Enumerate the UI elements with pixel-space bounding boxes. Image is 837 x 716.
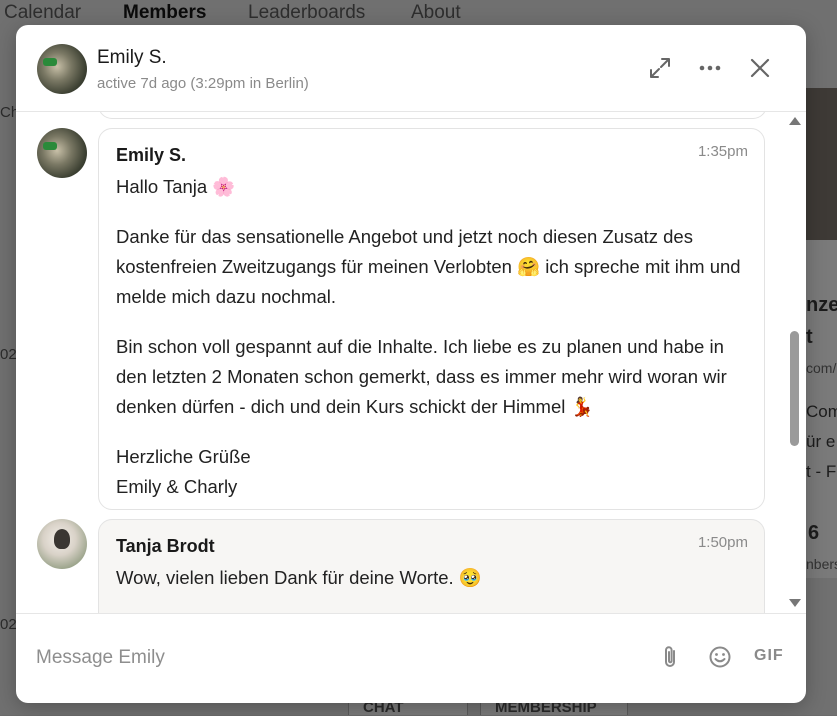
background-nav: Calendar Members Leaderboards About [0,0,837,26]
message-sender[interactable]: Tanja Brodt [116,536,215,557]
bg-fragment: nzer [806,294,837,316]
bg-fragment: 6 [808,522,820,544]
message-input[interactable]: Message Emily [36,647,165,669]
close-button[interactable] [747,55,773,81]
gif-button[interactable]: GIF [754,647,784,665]
bg-fragment: nbers [806,556,837,572]
nav-leaderboards: Leaderboards [248,2,366,23]
close-icon [750,58,770,78]
bg-fragment: Com [806,402,837,421]
message-paragraph: Herzliche Grüße [116,446,251,467]
scroll-down-arrow-icon[interactable] [789,599,801,607]
bg-fragment: t [806,326,813,348]
chat-modal: Emily S. active 7d ago (3:29pm in Berlin… [16,25,806,703]
contact-name[interactable]: Emily S. [97,47,167,69]
message-composer: Message Emily GIF [16,613,806,703]
bg-fragment: 02 [0,616,17,633]
nav-about: About [411,2,461,23]
bg-fragment: t - F [806,462,837,481]
bg-fragment: 02 [0,346,17,363]
attach-button[interactable] [659,644,681,675]
more-icon [699,65,721,71]
message-paragraph: Wow, vielen lieben Dank für deine Worte.… [116,567,482,588]
message-time: 1:35pm [697,143,748,160]
chat-header: Emily S. active 7d ago (3:29pm in Berlin… [16,25,806,112]
nav-members: Members [123,2,207,23]
scrollbar-thumb[interactable] [790,331,799,446]
bg-fragment: ür e [806,432,836,451]
smiley-icon [709,646,731,668]
more-options-button[interactable] [697,55,723,81]
avatar[interactable] [37,44,87,94]
expand-icon [650,58,670,78]
message-bubble: Tanja Brodt 1:50pm Wow, vielen lieben Da… [98,519,765,613]
avatar[interactable] [37,519,87,569]
message-paragraph: Emily & Charly [116,476,238,497]
background-profile-image [806,88,837,240]
message-list[interactable]: Emily S. 1:35pm Hallo Tanja 🌸 Danke für … [16,112,806,613]
message-paragraph: Hallo Tanja 🌸 [116,176,236,197]
bg-fragment: com/ [806,360,837,376]
expand-button[interactable] [647,55,673,81]
previous-message-bubble [98,112,767,119]
message-scrollbar[interactable] [787,117,803,609]
message-paragraph: Danke für das sensationelle Angebot und … [116,226,741,307]
message-paragraph: Bin schon voll gespannt auf die Inhalte.… [116,336,727,417]
nav-calendar: Calendar [4,2,82,23]
message-sender[interactable]: Emily S. [116,145,186,166]
contact-status: active 7d ago (3:29pm in Berlin) [97,75,309,92]
scroll-up-arrow-icon[interactable] [789,117,801,125]
message-text: Wow, vielen lieben Dank für deine Worte.… [116,563,752,613]
paperclip-icon [665,646,675,667]
avatar[interactable] [37,128,87,178]
emoji-button[interactable] [708,644,732,675]
message-bubble: Emily S. 1:35pm Hallo Tanja 🌸 Danke für … [98,128,765,510]
message-time: 1:50pm [697,534,748,551]
message-text: Hallo Tanja 🌸 Danke für das sensationell… [116,172,752,502]
